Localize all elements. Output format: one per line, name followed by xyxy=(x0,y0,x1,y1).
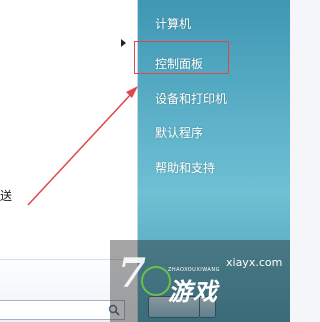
watermark-site-text: xiayx.com xyxy=(226,256,283,269)
watermark-main-text: 游戏 xyxy=(168,278,218,306)
watermark-logo-text: 7 xyxy=(118,250,146,297)
